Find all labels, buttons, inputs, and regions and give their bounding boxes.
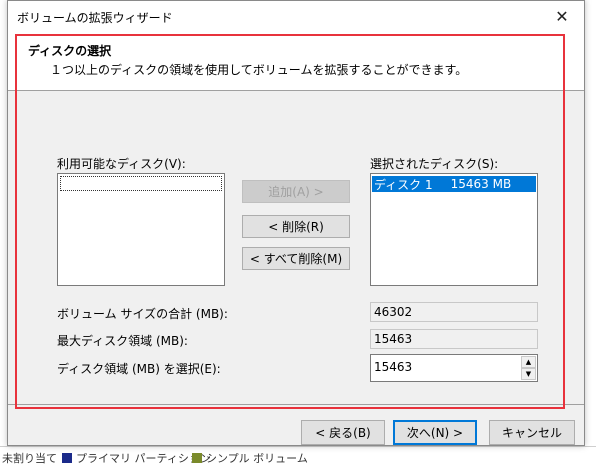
list-item[interactable]: ディスク 1 15463 MB — [372, 176, 536, 192]
wizard-header: ディスクの選択 １つ以上のディスクの領域を使用してボリュームを拡張することができ… — [8, 31, 584, 91]
spinner-arrows: ▲ ▼ — [521, 356, 536, 380]
extend-volume-wizard-dialog: ボリュームの拡張ウィザード ✕ ディスクの選択 １つ以上のディスクの領域を使用し… — [7, 0, 585, 446]
max-space-label: 最大ディスク領域 (MB): — [57, 334, 188, 348]
select-space-spinner[interactable]: 15463 ▲ ▼ — [370, 354, 538, 382]
wizard-body: 利用可能なディスク(V): 追加(A) > < 削除(R) < すべて削除(M)… — [8, 92, 584, 402]
legend-label: 未割り当て — [2, 452, 57, 464]
remove-button[interactable]: < 削除(R) — [242, 215, 350, 238]
legend-simple: シンプル ボリューム — [192, 450, 308, 464]
selected-disks-list[interactable]: ディスク 1 15463 MB — [370, 173, 538, 286]
legend-primary: プライマリ パーティション — [62, 450, 211, 464]
max-space-value: 15463 — [370, 329, 538, 349]
disk-legend-bar: 未割り当て プライマリ パーティション シンプル ボリューム — [0, 446, 596, 464]
add-button[interactable]: 追加(A) > — [242, 180, 350, 203]
spin-up-icon[interactable]: ▲ — [521, 356, 536, 368]
legend-swatch-primary — [62, 453, 72, 463]
available-disks-label: 利用可能なディスク(V): — [57, 157, 186, 171]
select-space-value: 15463 — [374, 360, 413, 374]
next-button[interactable]: 次へ(N) > — [393, 420, 477, 445]
page-subtitle: １つ以上のディスクの領域を使用してボリュームを拡張することができます。 — [50, 63, 468, 77]
available-disks-list[interactable] — [57, 173, 225, 286]
title-bar: ボリュームの拡張ウィザード ✕ — [8, 1, 584, 31]
list-focus-placeholder — [60, 176, 222, 191]
footer-divider — [8, 404, 584, 405]
cancel-button[interactable]: キャンセル — [489, 420, 575, 445]
remove-all-button[interactable]: < すべて削除(M) — [242, 247, 350, 270]
back-button[interactable]: < 戻る(B) — [301, 420, 385, 445]
select-space-label: ディスク領域 (MB) を選択(E): — [57, 362, 221, 376]
page-title: ディスクの選択 — [28, 44, 112, 58]
legend-label: プライマリ パーティション — [76, 452, 211, 464]
background-right-edge — [584, 0, 596, 464]
legend-swatch-simple — [192, 453, 202, 463]
window-title: ボリュームの拡張ウィザード — [17, 11, 173, 25]
close-icon[interactable]: ✕ — [540, 1, 584, 31]
total-size-value: 46302 — [370, 302, 538, 322]
disk-name: ディスク 1 — [374, 177, 433, 192]
legend-unallocated: 未割り当て — [2, 450, 57, 464]
total-size-label: ボリューム サイズの合計 (MB): — [57, 307, 228, 321]
selected-disks-label: 選択されたディスク(S): — [370, 157, 499, 171]
legend-label: シンプル ボリューム — [206, 452, 308, 464]
disk-size: 15463 MB — [450, 177, 512, 191]
spin-down-icon[interactable]: ▼ — [521, 368, 536, 380]
